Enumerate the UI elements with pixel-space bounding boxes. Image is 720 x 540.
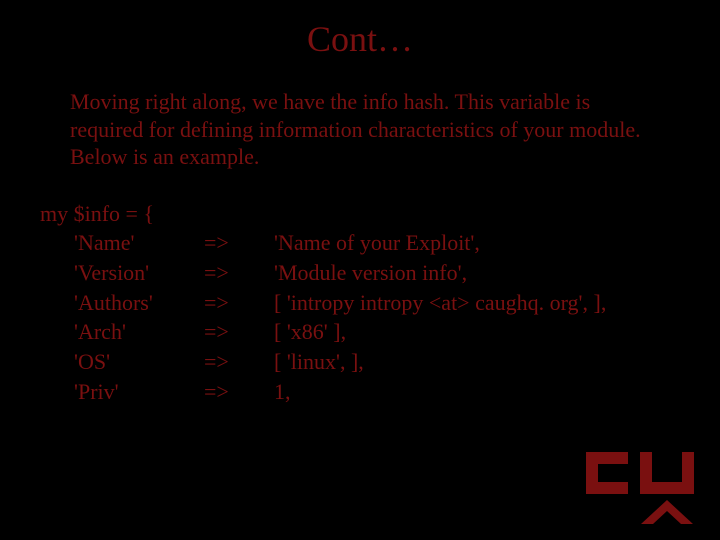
code-row: 'Priv' => 1, [40,377,680,407]
code-row: 'Arch' => [ 'x86' ], [40,317,680,347]
code-arrow: => [204,288,274,318]
code-indent [40,288,74,318]
code-arrow: => [204,228,274,258]
code-value: [ 'intropy intropy <at> caughq. org', ], [274,288,680,318]
code-key: 'Priv' [74,377,204,407]
code-value: [ 'linux', ], [274,347,680,377]
slide-title: Cont… [0,0,720,70]
code-value: [ 'x86' ], [274,317,680,347]
code-arrow: => [204,317,274,347]
code-key: 'Name' [74,228,204,258]
code-block: my $info = { 'Name' => 'Name of your Exp… [0,199,720,407]
code-value: 'Name of your Exploit', [274,228,680,258]
code-row: 'Name' => 'Name of your Exploit', [40,228,680,258]
slide-paragraph: Moving right along, we have the info has… [0,88,720,171]
code-indent [40,258,74,288]
code-arrow: => [204,347,274,377]
code-open-line: my $info = { [40,199,680,229]
slide: Cont… Moving right along, we have the in… [0,0,720,540]
code-value: 'Module version info', [274,258,680,288]
code-value: 1, [274,377,680,407]
code-row: 'OS' => [ 'linux', ], [40,347,680,377]
code-key: 'Version' [74,258,204,288]
code-indent [40,317,74,347]
code-arrow: => [204,258,274,288]
code-key: 'Authors' [74,288,204,318]
caughq-logo-icon [586,452,696,524]
code-indent [40,228,74,258]
code-indent [40,377,74,407]
code-key: 'Arch' [74,317,204,347]
code-row: 'Version' => 'Module version info', [40,258,680,288]
code-arrow: => [204,377,274,407]
code-key: 'OS' [74,347,204,377]
code-row: 'Authors' => [ 'intropy intropy <at> cau… [40,288,680,318]
code-indent [40,347,74,377]
